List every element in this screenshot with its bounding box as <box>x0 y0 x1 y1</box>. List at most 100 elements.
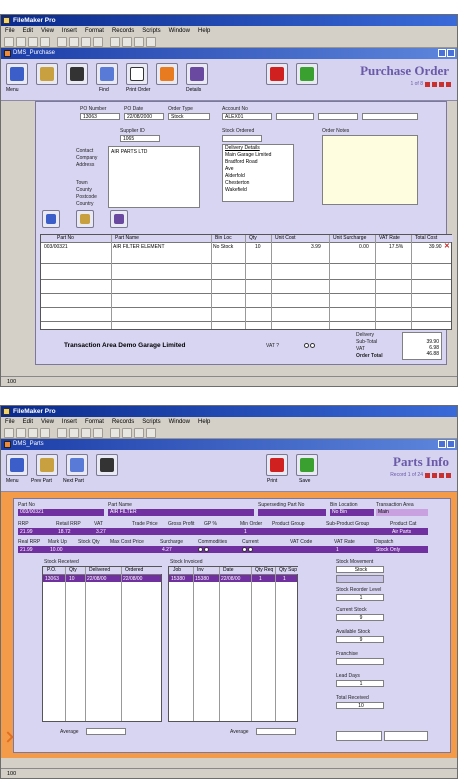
open-icon[interactable] <box>16 37 26 47</box>
supplier-address-field[interactable]: AIR PARTS LTD <box>108 146 200 208</box>
delivery-option-4[interactable]: Ave <box>225 166 293 173</box>
menu-edit[interactable]: Edit <box>23 28 33 34</box>
print-icon-2[interactable] <box>40 428 50 438</box>
current-radio[interactable] <box>242 547 254 553</box>
reorder-level-field[interactable]: 1 <box>336 594 384 601</box>
extra-field-3[interactable] <box>362 113 418 120</box>
dispatch-value[interactable]: Stock Only <box>376 547 400 553</box>
first-record-icon-2[interactable] <box>425 472 430 478</box>
rrp-value[interactable]: 21.99 <box>20 529 33 535</box>
new-part-button[interactable] <box>76 210 94 228</box>
part-no-field[interactable]: 003/00321 <box>18 509 104 516</box>
order-notes-field[interactable] <box>322 135 418 205</box>
find-icon[interactable] <box>134 37 144 47</box>
delivery-option-1[interactable]: Delivery Details <box>225 145 293 152</box>
undo-icon[interactable] <box>93 37 103 47</box>
cancel-button-2[interactable] <box>266 454 288 476</box>
franchise-field[interactable] <box>336 658 384 665</box>
cut-icon-2[interactable] <box>57 428 67 438</box>
menu-format[interactable]: Format <box>85 28 104 34</box>
menu-format-2[interactable]: Format <box>85 419 104 425</box>
current-stock-field[interactable]: 9 <box>336 614 384 621</box>
menu-file[interactable]: File <box>5 28 15 34</box>
save-icon-2[interactable] <box>28 428 38 438</box>
maximize-icon-2[interactable] <box>447 440 455 448</box>
details-button[interactable] <box>186 63 208 85</box>
copy-icon-2[interactable] <box>69 428 79 438</box>
find-icon-2[interactable] <box>134 428 144 438</box>
save-icon[interactable] <box>28 37 38 47</box>
row-part-name[interactable]: AIR FILTER ELEMENT <box>113 244 165 250</box>
find-part-button[interactable] <box>42 210 60 228</box>
menu-view-2[interactable]: View <box>41 419 54 425</box>
extra-field-1[interactable] <box>276 113 314 120</box>
next-record-icon[interactable] <box>439 81 444 87</box>
stock-ordered-field[interactable] <box>222 135 262 142</box>
maximize-icon[interactable] <box>447 49 455 57</box>
print-icon[interactable] <box>40 37 50 47</box>
menu-records[interactable]: Records <box>112 28 134 34</box>
next-record-icon-2[interactable] <box>439 472 444 478</box>
delivery-details-list[interactable]: Delivery Details Main Garage Limited Bra… <box>222 144 294 202</box>
stock-movement-control[interactable] <box>336 575 384 583</box>
product-cat-value[interactable]: Air Parts <box>392 529 411 535</box>
commodities-radio[interactable] <box>198 547 210 553</box>
first-record-icon[interactable] <box>425 81 430 87</box>
delete-line-icon[interactable]: ✕ <box>444 242 450 250</box>
lead-days-field[interactable]: 1 <box>336 680 384 687</box>
delivery-option-2[interactable]: Main Garage Limited <box>225 152 293 159</box>
account-field[interactable]: ALEX01 <box>222 113 272 120</box>
part-name-field[interactable]: AIR FILTER <box>108 509 254 516</box>
menu-edit-2[interactable]: Edit <box>23 419 33 425</box>
list-button-2[interactable] <box>96 454 118 476</box>
last-record-icon[interactable] <box>446 81 451 87</box>
delivery-option-3[interactable]: Bradford Road <box>225 159 293 166</box>
vat-rate-value[interactable]: 1 <box>336 547 339 553</box>
cancel-button[interactable] <box>266 63 288 85</box>
add-to-button[interactable] <box>110 210 128 228</box>
sort-icon-2[interactable] <box>122 428 132 438</box>
row-part-no[interactable]: 003/00321 <box>44 244 68 250</box>
menu-window-2[interactable]: Window <box>169 419 190 425</box>
retail-rrp-value[interactable]: 18.72 <box>58 529 71 535</box>
help-icon[interactable] <box>146 37 156 47</box>
help-icon-2[interactable] <box>146 428 156 438</box>
menu-button-2[interactable] <box>6 454 28 476</box>
menu-view[interactable]: View <box>41 28 54 34</box>
list-button[interactable] <box>66 63 88 85</box>
duplicate-button[interactable] <box>156 63 178 85</box>
superseding-field[interactable] <box>258 509 326 516</box>
vat-radio[interactable] <box>304 343 316 349</box>
prev-record-icon[interactable] <box>432 81 437 87</box>
delivery-option-7[interactable]: Wakefield <box>225 187 293 194</box>
supplier-field[interactable]: 1065 <box>120 135 160 142</box>
prev-record-icon-2[interactable] <box>432 472 437 478</box>
open-icon-2[interactable] <box>16 428 26 438</box>
layout-icon[interactable] <box>110 37 120 47</box>
delivery-option-5[interactable]: Alderfold <box>225 173 293 180</box>
find-button[interactable] <box>96 63 118 85</box>
po-date-field[interactable]: 22/08/2000 <box>124 113 164 120</box>
sort-icon[interactable] <box>122 37 132 47</box>
transaction-area-field[interactable]: Main <box>376 509 428 516</box>
stock-movement-field[interactable]: Stock <box>336 566 384 573</box>
save-button[interactable] <box>296 63 318 85</box>
available-stock-field[interactable]: 9 <box>336 636 384 643</box>
cut-icon[interactable] <box>57 37 67 47</box>
extra-field-2[interactable] <box>318 113 358 120</box>
menu-window[interactable]: Window <box>169 28 190 34</box>
last-record-icon-2[interactable] <box>446 472 451 478</box>
zoom-level[interactable]: 100 <box>7 379 16 385</box>
new-button[interactable] <box>36 63 58 85</box>
prev-part-button[interactable] <box>36 454 58 476</box>
new-icon-2[interactable] <box>4 428 14 438</box>
paste-icon[interactable] <box>81 37 91 47</box>
row-qty[interactable]: 10 <box>255 244 261 250</box>
bin-location-field[interactable]: No Bin <box>330 509 374 516</box>
menu-insert-2[interactable]: Insert <box>62 419 77 425</box>
menu-insert[interactable]: Insert <box>62 28 77 34</box>
menu-file-2[interactable]: File <box>5 419 15 425</box>
surcharge-value[interactable]: 4.27 <box>162 547 172 553</box>
menu-help[interactable]: Help <box>198 28 210 34</box>
menu-scripts[interactable]: Scripts <box>142 28 160 34</box>
